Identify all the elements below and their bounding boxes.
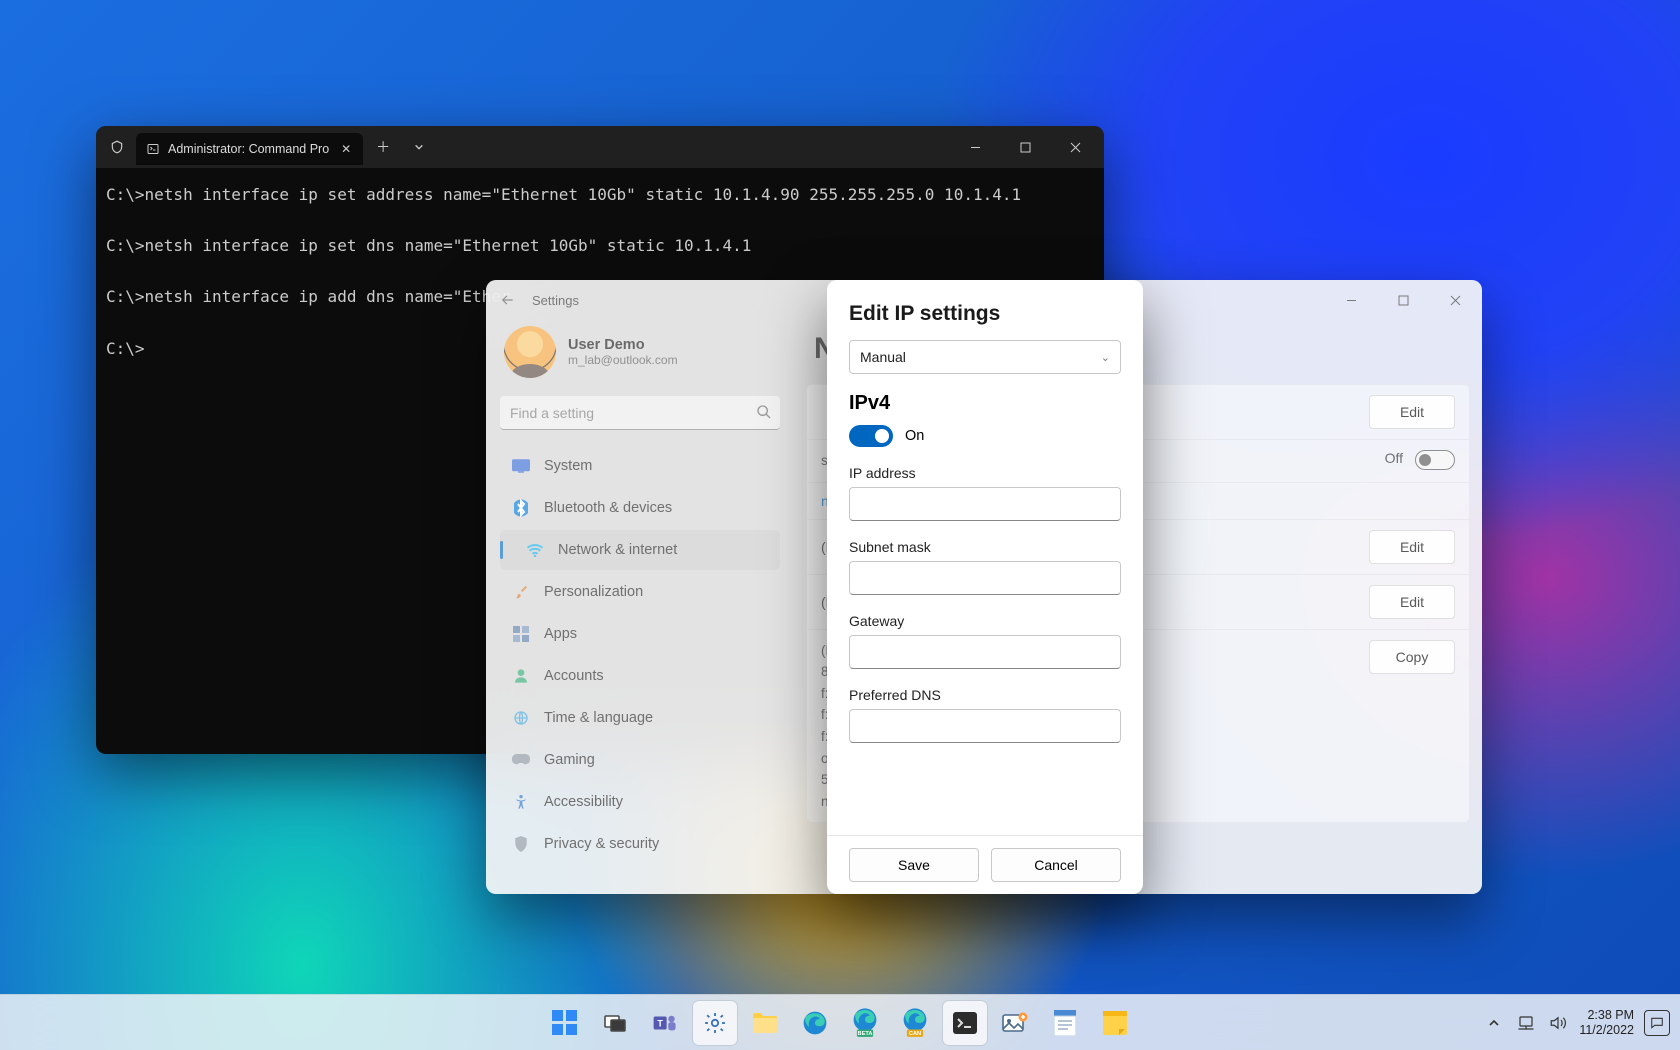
desktop-wallpaper: Administrator: Command Pro ✕ ＋ C:\>netsh…: [0, 0, 1680, 1050]
taskbar-edge[interactable]: [793, 1001, 837, 1045]
svg-text:BETA: BETA: [857, 1031, 872, 1037]
taskbar-photos[interactable]: [993, 1001, 1037, 1045]
chevron-down-icon: ⌄: [1101, 351, 1110, 364]
nav-privacy[interactable]: Privacy & security: [500, 824, 780, 864]
ipv4-toggle[interactable]: [849, 425, 893, 447]
settings-nav: System Bluetooth & devices Network & int…: [500, 446, 780, 864]
maximize-button[interactable]: [1002, 131, 1048, 163]
taskbar-settings[interactable]: [693, 1001, 737, 1045]
shield-icon: [102, 132, 132, 162]
terminal-tab-title: Administrator: Command Pro: [168, 142, 329, 156]
subnet-input[interactable]: [849, 561, 1121, 595]
profile-block[interactable]: User Demo m_lab@outlook.com: [500, 320, 780, 396]
search-input[interactable]: [500, 396, 780, 430]
edit-ip-modal: Edit IP settings Manual ⌄ IPv4 On IP add…: [827, 280, 1143, 894]
settings-sidebar: User Demo m_lab@outlook.com System Bluet…: [486, 320, 794, 894]
notification-button[interactable]: [1644, 1010, 1670, 1036]
taskbar-terminal[interactable]: [943, 1001, 987, 1045]
globe-clock-icon: [512, 709, 530, 727]
close-button[interactable]: [1052, 131, 1098, 163]
tab-dropdown-icon[interactable]: [403, 131, 435, 163]
copy-button[interactable]: Copy: [1369, 640, 1455, 674]
preferred-dns-input[interactable]: [849, 709, 1121, 743]
ip-mode-value: Manual: [860, 349, 906, 365]
nav-personalization[interactable]: Personalization: [500, 572, 780, 612]
start-button[interactable]: [543, 1001, 587, 1045]
minimize-button[interactable]: [1328, 284, 1374, 316]
close-button[interactable]: [1432, 284, 1478, 316]
taskbar-teams[interactable]: T: [643, 1001, 687, 1045]
ipv4-toggle-label: On: [905, 428, 924, 444]
gateway-label: Gateway: [849, 613, 1121, 629]
back-button[interactable]: [490, 282, 526, 318]
save-button[interactable]: Save: [849, 848, 979, 882]
preferred-dns-label: Preferred DNS: [849, 687, 1121, 703]
taskbar-edge-beta[interactable]: BETA: [843, 1001, 887, 1045]
subnet-label: Subnet mask: [849, 539, 1121, 555]
nav-time[interactable]: Time & language: [500, 698, 780, 738]
svg-text:CAN: CAN: [909, 1031, 921, 1037]
gamepad-icon: [512, 751, 530, 769]
terminal-tab[interactable]: Administrator: Command Pro ✕: [136, 133, 363, 165]
profile-name: User Demo: [568, 337, 678, 353]
settings-window-title: Settings: [532, 293, 579, 308]
bluetooth-icon: [512, 499, 530, 517]
profile-email: m_lab@outlook.com: [568, 353, 678, 367]
metered-toggle[interactable]: [1415, 450, 1455, 470]
apps-icon: [512, 625, 530, 643]
system-icon: [512, 457, 530, 475]
shield-icon: [512, 835, 530, 853]
taskbar-explorer[interactable]: [743, 1001, 787, 1045]
taskbar-notepad[interactable]: [1043, 1001, 1087, 1045]
edit-button[interactable]: Edit: [1369, 585, 1455, 619]
accessibility-icon: [512, 793, 530, 811]
modal-title: Edit IP settings: [849, 302, 1121, 326]
nav-bluetooth[interactable]: Bluetooth & devices: [500, 488, 780, 528]
ip-address-label: IP address: [849, 465, 1121, 481]
ip-mode-select[interactable]: Manual ⌄: [849, 340, 1121, 374]
nav-gaming[interactable]: Gaming: [500, 740, 780, 780]
wifi-icon: [526, 541, 544, 559]
task-view-button[interactable]: [593, 1001, 637, 1045]
clock-time: 2:38 PM: [1579, 1008, 1634, 1023]
maximize-button[interactable]: [1380, 284, 1426, 316]
search-icon: [756, 404, 772, 420]
brush-icon: [512, 583, 530, 601]
taskbar-edge-canary[interactable]: CAN: [893, 1001, 937, 1045]
network-icon[interactable]: [1515, 1012, 1537, 1034]
cmd-icon: [146, 142, 160, 156]
off-label: Off: [1385, 450, 1403, 466]
nav-accessibility[interactable]: Accessibility: [500, 782, 780, 822]
person-icon: [512, 667, 530, 685]
minimize-button[interactable]: [952, 131, 998, 163]
ipv4-heading: IPv4: [849, 392, 1121, 415]
ip-address-input[interactable]: [849, 487, 1121, 521]
nav-accounts[interactable]: Accounts: [500, 656, 780, 696]
avatar: [504, 326, 556, 378]
volume-icon[interactable]: [1547, 1012, 1569, 1034]
tab-close-icon[interactable]: ✕: [337, 140, 355, 158]
terminal-titlebar[interactable]: Administrator: Command Pro ✕ ＋: [96, 126, 1104, 168]
edit-button[interactable]: Edit: [1369, 395, 1455, 429]
taskbar-clock[interactable]: 2:38 PM 11/2/2022: [1579, 1008, 1634, 1038]
clock-date: 11/2/2022: [1579, 1023, 1634, 1038]
nav-system[interactable]: System: [500, 446, 780, 486]
taskbar[interactable]: T BETA CAN: [0, 994, 1680, 1050]
tray-chevron-icon[interactable]: [1483, 1012, 1505, 1034]
gateway-input[interactable]: [849, 635, 1121, 669]
cancel-button[interactable]: Cancel: [991, 848, 1121, 882]
new-tab-button[interactable]: ＋: [367, 131, 399, 163]
edit-button[interactable]: Edit: [1369, 530, 1455, 564]
nav-apps[interactable]: Apps: [500, 614, 780, 654]
taskbar-sticky-notes[interactable]: [1093, 1001, 1137, 1045]
system-tray[interactable]: 2:38 PM 11/2/2022: [1483, 995, 1674, 1050]
nav-network[interactable]: Network & internet: [500, 530, 780, 570]
svg-text:T: T: [657, 1018, 663, 1028]
